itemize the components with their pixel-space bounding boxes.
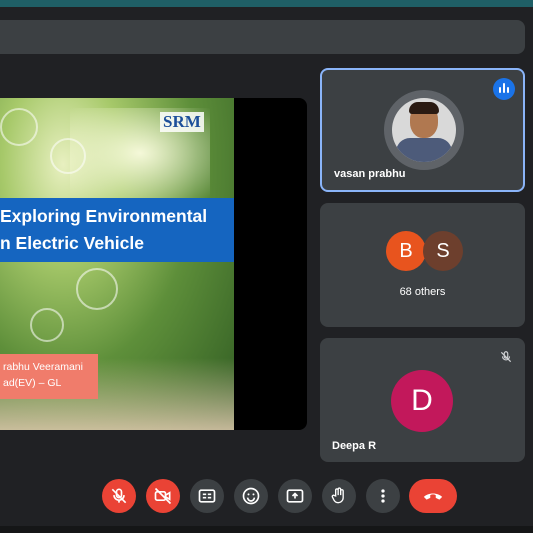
srm-logo: SRM [160,112,204,132]
speaking-indicator-icon [493,78,515,100]
captions-button[interactable] [190,479,224,513]
eco-bubble-icon [50,138,86,174]
avatar-body [396,138,452,162]
mic-off-icon [111,488,127,504]
window-top-strip [0,0,533,7]
participant-tile-deepa[interactable]: D Deepa R [320,338,525,462]
slide-title-banner: Exploring Environmental n Electric Vehic… [0,198,234,262]
more-options-icon [381,489,385,503]
more-options-button[interactable] [366,479,400,513]
meeting-controls [0,476,533,516]
meeting-top-bar [0,20,525,54]
eco-bubble-icon [0,108,38,146]
end-call-icon [423,493,443,500]
avatar-hair [409,102,439,114]
participant-tile-vasan[interactable]: vasan prabhu [320,68,525,192]
participant-name: vasan prabhu [334,168,406,180]
avatar-ring [384,90,464,170]
eco-bubble-icon [30,308,64,342]
captions-icon [198,489,216,503]
presenter-role: ad(EV) – GL [3,377,62,389]
others-count: 68 others [399,286,446,298]
window-bottom-strip [0,526,533,533]
presenter-name-banner: rabhu Veeramani ad(EV) – GL [0,354,98,399]
avatar-initial-d: D [391,370,453,432]
eco-bubble-icon [76,268,118,310]
raise-hand-icon [331,487,344,504]
presenter-name: rabhu Veeramani [3,361,83,373]
slide-title-line-2: n Electric Vehicle [0,233,144,253]
mic-off-icon [500,351,512,363]
reactions-button[interactable] [234,479,268,513]
emoji-icon [242,487,260,505]
participant-tile-others[interactable]: B S 68 others [320,203,525,327]
end-call-button[interactable] [409,479,457,513]
raise-hand-button[interactable] [322,479,356,513]
camera-off-icon [154,487,172,505]
mic-toggle-button[interactable] [102,479,136,513]
participant-name: Deepa R [332,440,377,452]
avatar-initial-s: S [423,231,463,271]
presentation-slide: SRM Exploring Environmental n Electric V… [0,98,234,430]
slide-title-line-1: Exploring Environmental [0,206,208,226]
shared-presentation[interactable]: SRM Exploring Environmental n Electric V… [0,98,307,430]
present-icon [286,489,304,503]
camera-toggle-button[interactable] [146,479,180,513]
avatar-initial-b: B [386,231,426,271]
avatar [392,98,456,162]
present-button[interactable] [278,479,312,513]
